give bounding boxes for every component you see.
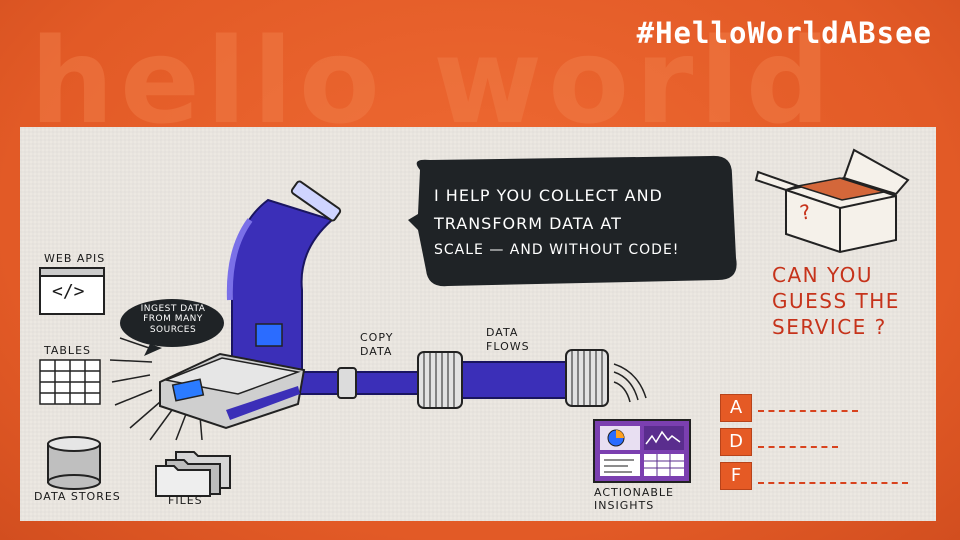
copy-line-1: COPY	[360, 331, 394, 344]
question-line-1: CAN YOU	[772, 263, 873, 287]
ingest-bubble-text: INGEST DATA FROM MANY SOURCES	[128, 304, 218, 335]
poster: hello world #HelloWorldABsee I HELP YOU …	[0, 0, 960, 540]
answer-blank-2	[758, 446, 838, 448]
insights-line-1: ACTIONABLE	[594, 486, 675, 499]
web-apis-label: WEB APIs	[44, 252, 106, 265]
mystery-box	[754, 148, 910, 254]
speech-line-1: I HELP YOU COLLECT AND	[434, 186, 663, 205]
answer-blank-1	[758, 410, 858, 412]
copy-line-2: DATA	[360, 344, 393, 358]
ingest-line-3: SOURCES	[149, 324, 197, 335]
tables-icon	[39, 359, 101, 405]
data-store-icon	[47, 436, 101, 490]
answer-letter-a: A	[720, 394, 752, 422]
speech-bubble-text: I HELP YOU COLLECT AND TRANSFORM DATA AT…	[434, 186, 724, 260]
data-flows-label: DATA FLOWS	[486, 326, 530, 354]
files-label: FILES	[168, 494, 203, 507]
pipeline	[299, 349, 647, 409]
insights-dashboard	[593, 419, 691, 483]
tables-label: TABLES	[44, 344, 91, 357]
answer-letter-f: F	[720, 462, 752, 490]
data-stores-label: DATA STORES	[34, 490, 121, 503]
flows-line-2: FLOWS	[486, 339, 530, 353]
speech-line-3: SCALE — AND WITHOUT CODE!	[434, 242, 680, 258]
ingest-line-2: FROM MANY	[143, 314, 203, 325]
insights-line-2: INSIGHTS	[594, 499, 655, 513]
flows-line-1: DATA	[486, 326, 519, 339]
question-line-3: SERVICE ?	[772, 315, 887, 339]
speech-line-2: TRANSFORM DATA AT	[434, 214, 622, 233]
answer-blank-3	[758, 482, 908, 484]
web-api-symbol: </>	[52, 281, 85, 302]
files-icon	[155, 451, 231, 497]
question-line-2: GUESS THE	[772, 289, 900, 313]
ingest-line-1: INGEST DATA	[140, 304, 206, 314]
copy-data-label: COPY DATA	[360, 331, 393, 359]
insights-label: ACTIONABLE INSIGHTS	[594, 486, 674, 512]
guess-question: CAN YOU GUESS THE SERVICE ?	[772, 262, 900, 340]
answer-letter-d: D	[720, 428, 752, 456]
